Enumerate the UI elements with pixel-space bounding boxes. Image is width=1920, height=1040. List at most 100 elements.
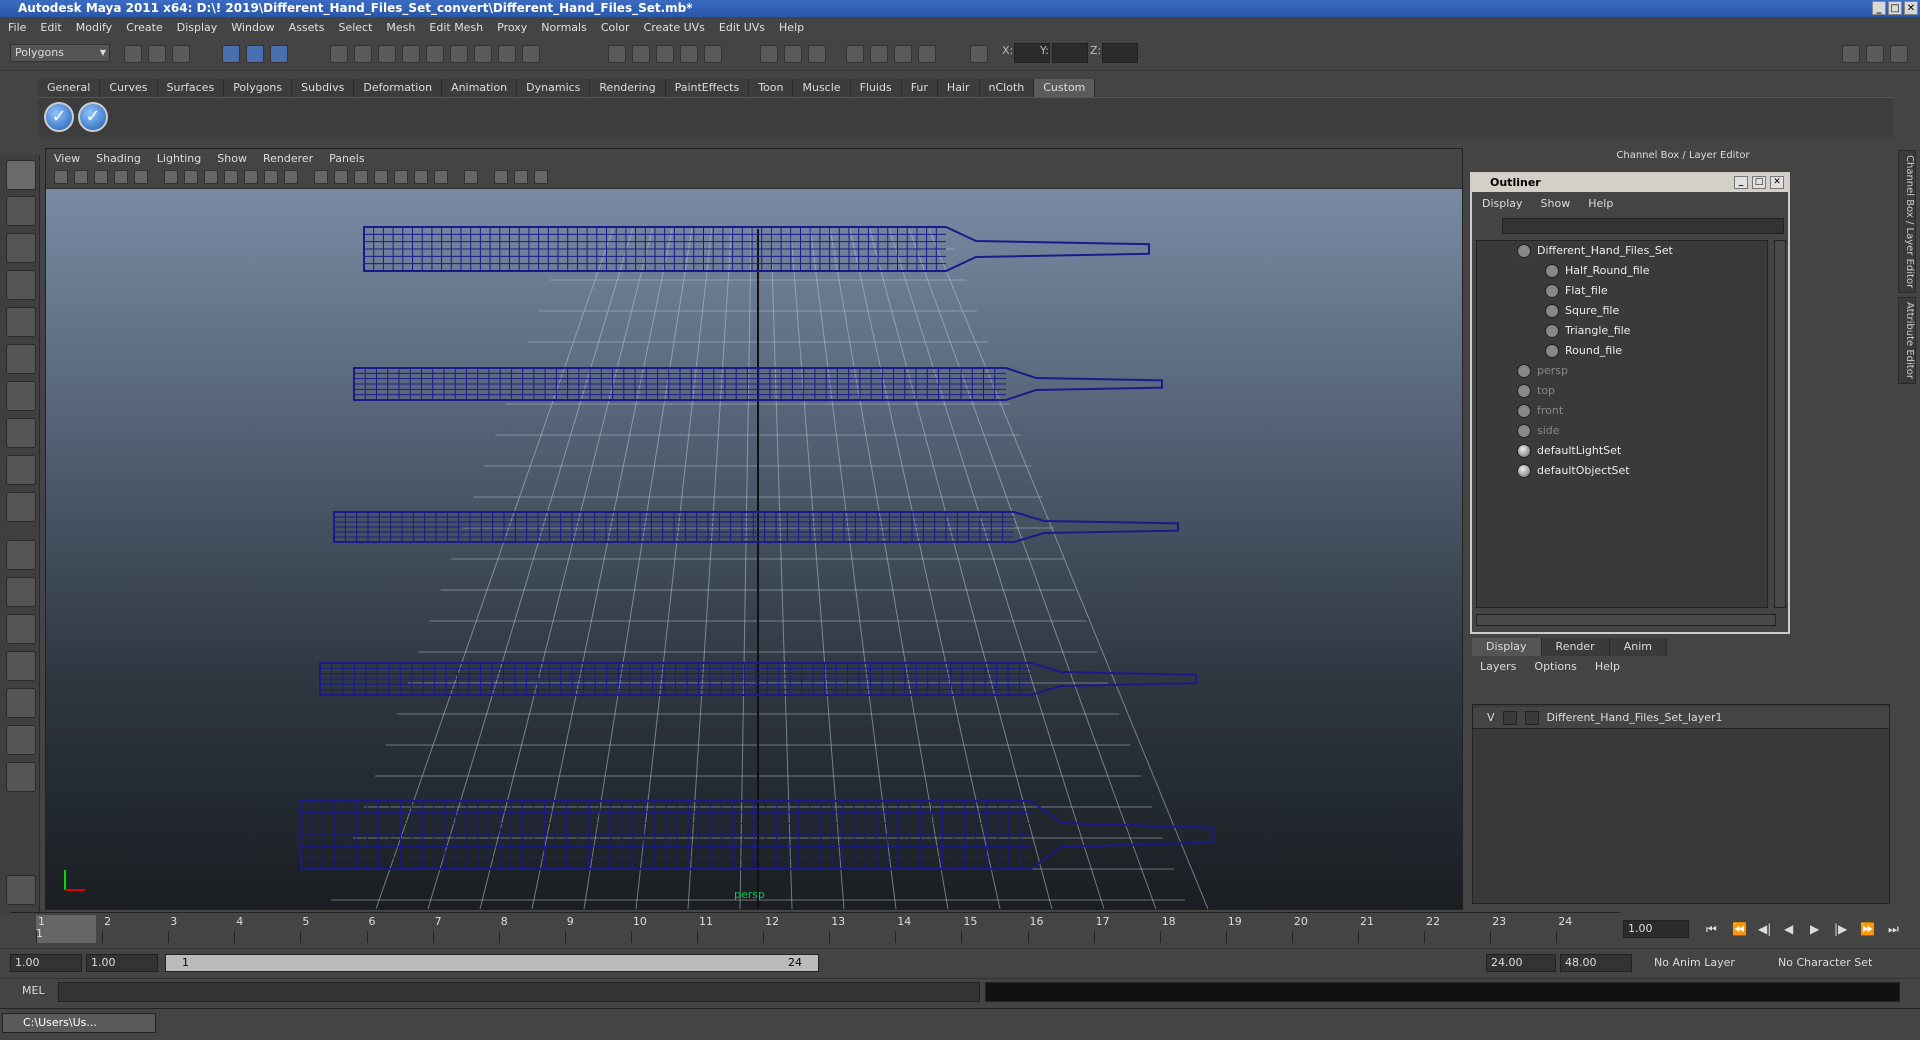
character-set-dropdown[interactable]: No Character Set [1774, 954, 1872, 972]
manipulator-tool-icon[interactable] [6, 381, 36, 411]
soft-mod-tool-icon[interactable] [6, 418, 36, 448]
quick-layout-icon[interactable] [6, 875, 36, 905]
camera-icon[interactable] [894, 45, 912, 63]
tab-fluids[interactable]: Fluids [850, 79, 902, 97]
toolbox-more-icon[interactable] [6, 762, 36, 792]
lasso-tool-icon[interactable] [6, 196, 36, 226]
outliner-item[interactable]: Different_Hand_Files_Set [1517, 241, 1673, 261]
maximize-button[interactable]: □ [1888, 1, 1902, 15]
tab-subdivs[interactable]: Subdivs [292, 79, 355, 97]
channel-box-toggle-icon[interactable] [1866, 45, 1884, 63]
light-icon[interactable] [918, 45, 936, 63]
layer-menu-layers[interactable]: Layers [1480, 660, 1516, 673]
two-d-pan-icon[interactable] [134, 170, 148, 184]
layer-template-toggle[interactable] [1502, 710, 1517, 725]
all-lights-icon[interactable] [414, 170, 428, 184]
snap-surface-icon[interactable] [426, 45, 444, 63]
layer-color-swatch-icon[interactable] [1524, 710, 1539, 725]
four-view-layout-icon[interactable] [6, 577, 36, 607]
command-language-label[interactable]: MEL [22, 984, 45, 997]
tab-display[interactable]: Display [1472, 638, 1542, 656]
safe-action-icon[interactable] [264, 170, 278, 184]
isolate-select-icon[interactable] [464, 170, 478, 184]
move-tool-icon[interactable] [6, 270, 36, 300]
tab-deformation[interactable]: Deformation [354, 79, 443, 97]
ipr-render-icon[interactable] [784, 45, 802, 63]
tab-curves[interactable]: Curves [100, 79, 158, 97]
play-backwards-icon[interactable]: ◀ [1784, 922, 1793, 936]
menu-edit[interactable]: Edit [40, 21, 61, 34]
y-field[interactable] [1052, 43, 1088, 63]
tab-custom[interactable]: Custom [1034, 79, 1096, 97]
step-back-frame-icon[interactable]: ◀| [1758, 922, 1771, 936]
outliner-item[interactable]: side [1517, 421, 1560, 441]
menu-file[interactable]: File [8, 21, 26, 34]
history-icon[interactable] [522, 45, 540, 63]
tab-ncloth[interactable]: nCloth [979, 79, 1035, 97]
menu-window[interactable]: Window [231, 21, 274, 34]
show-manip-tool-icon[interactable] [6, 455, 36, 485]
default-lighting-icon[interactable] [394, 170, 408, 184]
select-camera-icon[interactable] [54, 170, 68, 184]
minimize-button[interactable]: _ [1872, 1, 1886, 15]
field-chart-icon[interactable] [244, 170, 258, 184]
menu-create[interactable]: Create [126, 21, 163, 34]
command-input[interactable] [58, 982, 980, 1002]
check-icon[interactable]: ✓ [44, 102, 74, 132]
outliner-maximize-button[interactable]: □ [1752, 176, 1766, 189]
textured-icon[interactable] [374, 170, 388, 184]
lock-icon[interactable] [498, 45, 516, 63]
outliner-item[interactable]: defaultLightSet [1517, 441, 1621, 461]
select-hierarchy-icon[interactable] [222, 45, 240, 63]
snap-grid-icon[interactable] [330, 45, 348, 63]
step-forward-key-icon[interactable]: ⏩ [1860, 922, 1875, 936]
menu-modify[interactable]: Modify [76, 21, 112, 34]
vp-menu-lighting[interactable]: Lighting [157, 152, 201, 165]
tab-rendering[interactable]: Rendering [590, 79, 666, 97]
wireframe-scene[interactable] [46, 189, 1463, 909]
tab-animation[interactable]: Animation [442, 79, 518, 97]
hypershade-icon[interactable] [846, 45, 864, 63]
menu-help[interactable]: Help [779, 21, 804, 34]
z-field[interactable] [1102, 43, 1138, 63]
image-plane-icon[interactable] [114, 170, 128, 184]
anim-layer-dropdown[interactable]: No Anim Layer [1650, 954, 1735, 972]
outliner-close-button[interactable]: ✕ [1770, 176, 1784, 189]
go-to-end-icon[interactable]: ⏭ [1888, 922, 1899, 937]
last-tool-icon[interactable] [6, 492, 36, 522]
outliner-item[interactable]: Flat_file [1545, 281, 1608, 301]
select-object-icon[interactable] [246, 45, 264, 63]
hypershade-layout-icon[interactable] [6, 688, 36, 718]
render-icon[interactable] [760, 45, 778, 63]
single-perspective-layout-icon[interactable] [6, 540, 36, 570]
animation-start-field[interactable]: 1.00 [10, 954, 82, 972]
outliner-item[interactable]: front [1517, 401, 1563, 421]
menu-proxy[interactable]: Proxy [497, 21, 527, 34]
select-component-icon[interactable] [270, 45, 288, 63]
resolution-gate-icon[interactable] [204, 170, 218, 184]
graph-editor-layout-icon[interactable] [6, 651, 36, 681]
close-button[interactable]: ✕ [1904, 1, 1918, 15]
play-forwards-icon[interactable]: ▶ [1810, 922, 1819, 936]
xray-icon[interactable] [494, 170, 508, 184]
menu-color[interactable]: Color [601, 21, 630, 34]
uv-editor-layout-icon[interactable] [6, 725, 36, 755]
menu-select[interactable]: Select [338, 21, 372, 34]
vp-menu-show[interactable]: Show [217, 152, 247, 165]
shadows-icon[interactable] [434, 170, 448, 184]
outliner-vertical-scrollbar[interactable] [1774, 240, 1786, 608]
outliner-item[interactable]: top [1517, 381, 1555, 401]
outliner-item[interactable]: Round_file [1545, 341, 1622, 361]
vp-menu-shading[interactable]: Shading [96, 152, 141, 165]
save-scene-icon[interactable] [172, 45, 190, 63]
step-back-key-icon[interactable]: ⏪ [1732, 922, 1747, 936]
safe-title-icon[interactable] [284, 170, 298, 184]
tab-fur[interactable]: Fur [901, 79, 938, 97]
tab-painteffects[interactable]: PaintEffects [665, 79, 750, 97]
bookmark-icon[interactable] [94, 170, 108, 184]
minimized-window[interactable]: C:\Users\Us... [2, 1013, 156, 1033]
magnet2-icon[interactable] [632, 45, 650, 63]
rotate-tool-icon[interactable] [6, 307, 36, 337]
menu-edit-mesh[interactable]: Edit Mesh [429, 21, 483, 34]
camera-attributes-icon[interactable] [74, 170, 88, 184]
